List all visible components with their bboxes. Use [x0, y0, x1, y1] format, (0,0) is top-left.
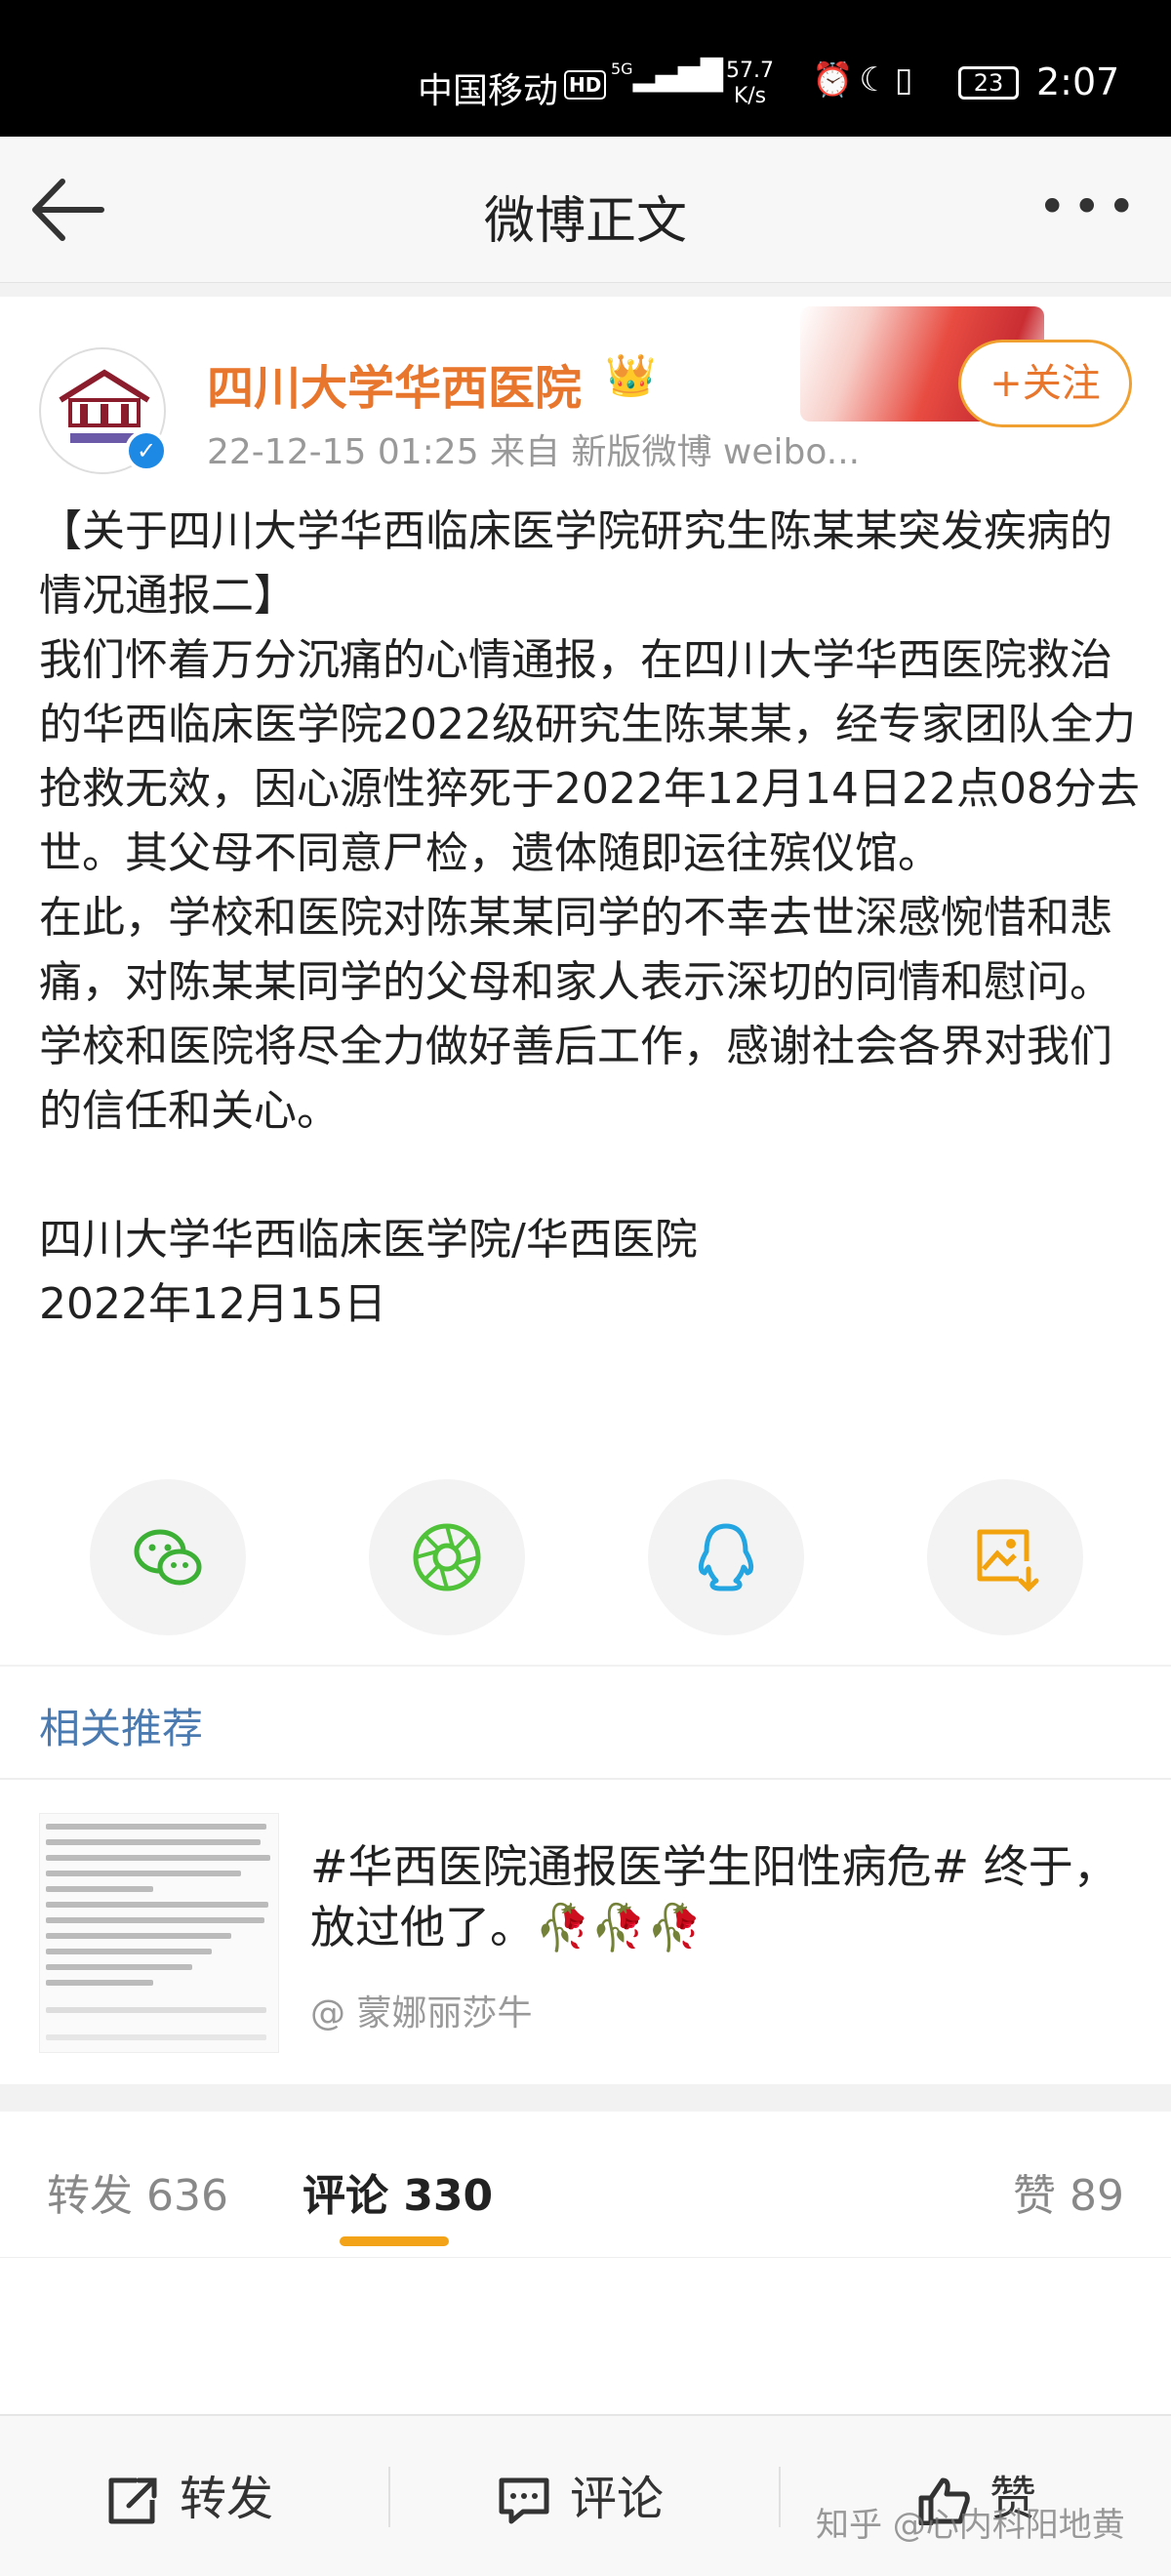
- moon-icon: ☾: [859, 60, 895, 100]
- watermark: 知乎 @心内科阳地黄: [816, 2506, 1125, 2545]
- active-tab-indicator: [340, 2236, 449, 2246]
- thumb-line: [46, 1902, 268, 1908]
- bottom-action-bar: 转发 评论 赞: [0, 2414, 1171, 2576]
- vibrate-icon: ▯: [894, 60, 919, 100]
- share-moments-button[interactable]: [369, 1479, 525, 1635]
- weibo-post: ✓ 四川大学华西医院 👑 22-12-15 01:25 来自 新版微博 weib…: [0, 297, 1171, 1665]
- follow-button[interactable]: +关注: [958, 340, 1132, 427]
- hd-badge: HD: [564, 70, 607, 100]
- comment-label: 评论: [570, 2472, 665, 2526]
- share-row: [0, 1479, 1171, 1645]
- thumb-line: [46, 1886, 153, 1892]
- post-text: 【关于四川大学华西临床医学院研究生陈某某突发疾病的情况通报二】 我们怀着万分沉痛…: [39, 506, 1140, 1329]
- divider: [0, 1778, 1171, 1780]
- share-wechat-button[interactable]: [90, 1479, 246, 1635]
- wechat-icon: [134, 1529, 202, 1586]
- thumb-line: [46, 1980, 153, 1986]
- related-post-text[interactable]: #华西医院通报医学生阳性病危# 终于，放过他了。🥀🥀🥀: [310, 1836, 1130, 1957]
- repost-icon: [108, 2477, 157, 2524]
- thumb-line: [46, 1933, 231, 1939]
- alarm-icon: ⏰: [812, 60, 860, 100]
- nav-bar: 微博正文 •••: [0, 137, 1171, 283]
- qq-icon: [698, 1523, 754, 1591]
- related-title: 相关推荐: [39, 1705, 204, 1752]
- thumb-line: [46, 1855, 270, 1861]
- save-image-button[interactable]: [927, 1479, 1083, 1635]
- share-qq-button[interactable]: [648, 1479, 804, 1635]
- page-title: 微博正文: [483, 192, 687, 251]
- more-options-icon[interactable]: •••: [1038, 182, 1142, 231]
- comment-icon: [499, 2477, 549, 2524]
- verified-badge-icon: ✓: [125, 429, 168, 472]
- thumb-line: [46, 1964, 192, 1970]
- net-speed-unit: K/s: [733, 84, 767, 108]
- related-thumbnail[interactable]: [39, 1813, 279, 2053]
- moments-icon: [413, 1523, 481, 1591]
- net-speed: 57.7 K/s: [726, 59, 774, 109]
- related-section: 相关推荐 #华西医院通报医学生阳性病危# 终于，放过他了。🥀🥀🥀 @ 蒙娜丽莎牛: [0, 1667, 1171, 2084]
- thumb-line: [46, 1949, 212, 1954]
- post-tabs: 转发 636 评论 330 赞 89: [0, 2112, 1171, 2258]
- status-icons: ⏰☾▯: [812, 60, 919, 100]
- comment-list: [0, 2258, 1171, 2414]
- tab-likes[interactable]: 赞 89: [1013, 2160, 1124, 2223]
- clock: 2:07: [1036, 60, 1120, 103]
- signal-label: 5G: [611, 60, 633, 78]
- tab-comments[interactable]: 评论 330: [303, 2160, 493, 2223]
- divider: [388, 2467, 390, 2527]
- vip-crown-icon: 👑: [605, 351, 657, 399]
- thumb-line: [46, 2007, 266, 2013]
- divider: [779, 2467, 781, 2527]
- post-meta: 22-12-15 01:25 来自 新版微博 weibo...: [207, 432, 861, 472]
- repost-label: 转发: [180, 2472, 274, 2526]
- related-post-author[interactable]: @ 蒙娜丽莎牛: [310, 1985, 532, 2035]
- carrier-label: 中国移动: [418, 71, 559, 111]
- net-speed-value: 57.7: [726, 59, 774, 83]
- status-bar: 中国移动 HD 5G▂▄▆█ 57.7 K/s ⏰☾▯ 23 2:07: [0, 0, 1171, 137]
- author-name[interactable]: 四川大学华西医院: [207, 349, 582, 418]
- tab-reposts[interactable]: 转发 636: [47, 2160, 228, 2223]
- thumb-line: [46, 2034, 266, 2040]
- battery-icon: 23: [958, 66, 1019, 100]
- save-image-icon: [977, 1529, 1039, 1592]
- signal-icon: 5G▂▄▆█: [611, 59, 723, 93]
- thumb-line: [46, 1917, 264, 1923]
- thumb-line: [46, 1871, 241, 1876]
- thumb-line: [46, 1839, 261, 1845]
- thumb-line: [46, 1824, 266, 1830]
